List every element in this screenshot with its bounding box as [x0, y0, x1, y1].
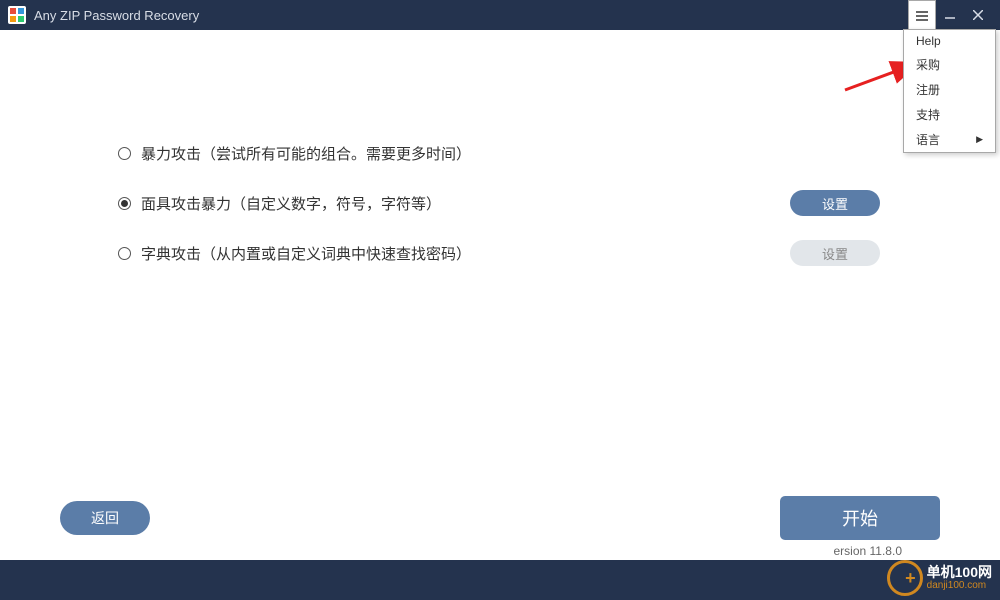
radio-dictionary-attack[interactable]: [118, 247, 131, 260]
minimize-icon: [945, 10, 955, 20]
menu-item-language[interactable]: 语言 ▶: [904, 127, 995, 152]
main-content: 暴力攻击（尝试所有可能的组合。需要更多时间） 面具攻击暴力（自定义数字，符号，字…: [0, 30, 1000, 266]
menu-item-register[interactable]: 注册: [904, 77, 995, 102]
watermark-icon: [887, 560, 923, 596]
menu-button[interactable]: [908, 0, 936, 30]
radio-brute-force[interactable]: [118, 147, 131, 160]
watermark-url: danji100.com: [927, 580, 992, 591]
menu-item-label: 支持: [916, 106, 940, 123]
option-label[interactable]: 字典攻击（从内置或自定义词典中快速查找密码）: [141, 243, 790, 264]
menu-item-label: Help: [916, 34, 941, 48]
menu-item-help[interactable]: Help: [904, 30, 995, 52]
menu-item-label: 注册: [916, 81, 940, 98]
menu-item-purchase[interactable]: 采购: [904, 52, 995, 77]
option-dictionary-attack: 字典攻击（从内置或自定义词典中快速查找密码） 设置: [118, 240, 940, 266]
menu-item-label: 语言: [916, 131, 940, 148]
watermark-title: 单机100网: [927, 565, 992, 580]
bottom-bar: 返回 开始: [0, 496, 1000, 540]
settings-button-mask[interactable]: 设置: [790, 190, 880, 216]
close-icon: [973, 10, 983, 20]
watermark: 单机100网 danji100.com: [887, 560, 992, 596]
option-brute-force: 暴力攻击（尝试所有可能的组合。需要更多时间）: [118, 140, 940, 166]
app-title: Any ZIP Password Recovery: [34, 8, 199, 23]
settings-button-dictionary[interactable]: 设置: [790, 240, 880, 266]
back-button[interactable]: 返回: [60, 501, 150, 535]
chevron-right-icon: ▶: [976, 134, 983, 145]
minimize-button[interactable]: [936, 0, 964, 30]
menu-item-support[interactable]: 支持: [904, 102, 995, 127]
menu-item-label: 采购: [916, 56, 940, 73]
dropdown-menu: Help 采购 注册 支持 语言 ▶: [903, 29, 996, 153]
hamburger-icon: [916, 11, 928, 21]
option-mask-attack: 面具攻击暴力（自定义数字，符号，字符等） 设置: [118, 190, 940, 216]
version-label: ersion 11.8.0: [834, 544, 903, 558]
option-label[interactable]: 暴力攻击（尝试所有可能的组合。需要更多时间）: [141, 143, 940, 164]
footer-bar: [0, 560, 1000, 600]
option-label[interactable]: 面具攻击暴力（自定义数字，符号，字符等）: [141, 193, 790, 214]
titlebar: Any ZIP Password Recovery: [0, 0, 1000, 30]
close-button[interactable]: [964, 0, 992, 30]
start-button[interactable]: 开始: [780, 496, 940, 540]
app-icon: [8, 6, 26, 24]
radio-mask-attack[interactable]: [118, 197, 131, 210]
